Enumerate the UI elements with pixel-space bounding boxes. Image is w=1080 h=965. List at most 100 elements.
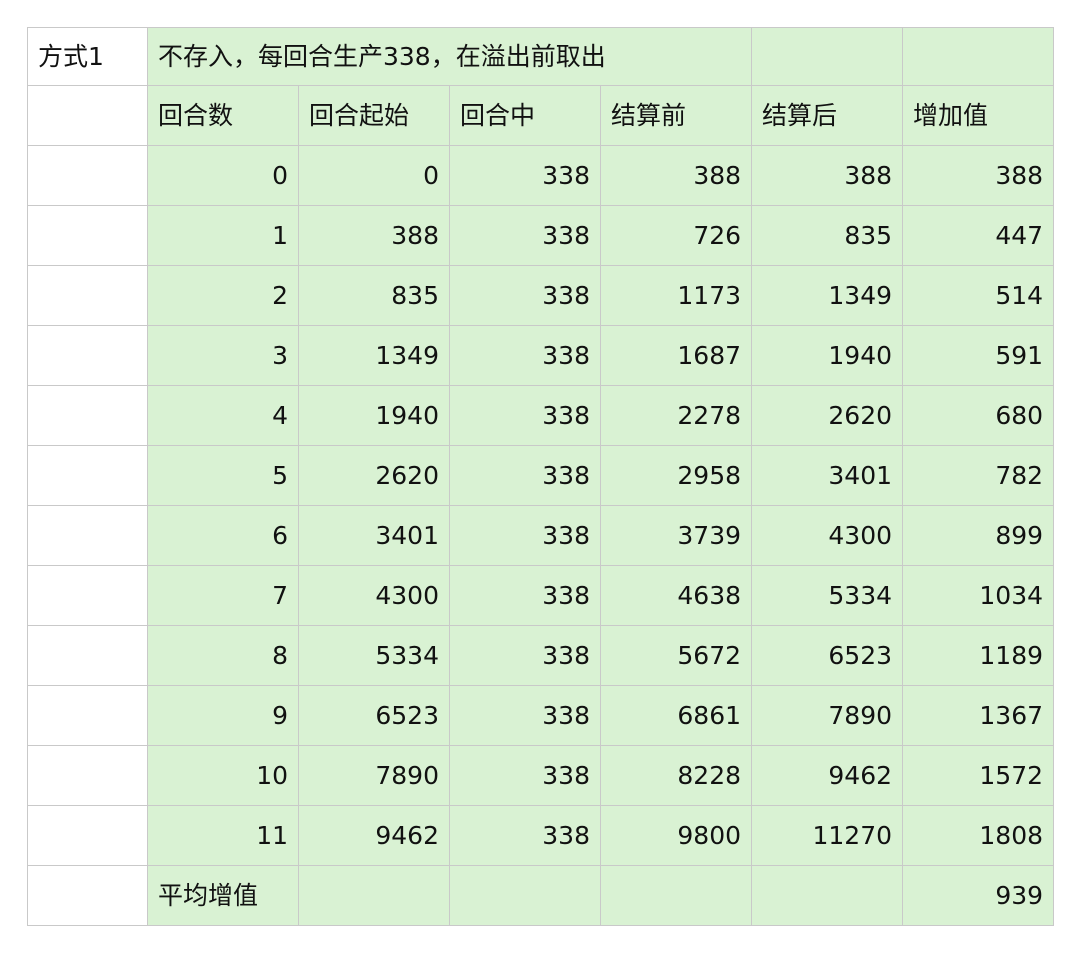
cell-increase[interactable]: 1034: [902, 565, 1055, 626]
cell-after[interactable]: 1349: [751, 265, 904, 326]
cell-increase[interactable]: 1572: [902, 745, 1055, 806]
cell-increase[interactable]: 591: [902, 325, 1055, 386]
cell-after[interactable]: 11270: [751, 805, 904, 866]
empty-cell[interactable]: [27, 625, 148, 686]
cell-start[interactable]: 388: [298, 205, 450, 266]
cell-before[interactable]: 2958: [599, 445, 753, 506]
cell-after[interactable]: 388: [751, 145, 904, 206]
empty-cell[interactable]: [27, 565, 148, 626]
cell-mid[interactable]: 338: [449, 445, 601, 506]
cell-mid[interactable]: 338: [449, 625, 601, 686]
cell-round[interactable]: 6: [147, 505, 299, 566]
cell-start[interactable]: 7890: [298, 745, 450, 806]
cell-mid[interactable]: 338: [449, 805, 601, 866]
cell-after[interactable]: 7890: [751, 685, 904, 746]
cell-before[interactable]: 9800: [599, 805, 753, 866]
cell-mid[interactable]: 338: [449, 385, 601, 446]
cell-after[interactable]: 1940: [751, 325, 904, 386]
empty-cell[interactable]: [27, 445, 148, 506]
empty-cell[interactable]: [751, 27, 904, 86]
empty-cell[interactable]: [27, 265, 148, 326]
empty-cell[interactable]: [27, 205, 148, 266]
cell-round[interactable]: 11: [147, 805, 299, 866]
cell-round[interactable]: 0: [147, 145, 299, 206]
cell-increase[interactable]: 782: [902, 445, 1055, 506]
cell-mid[interactable]: 338: [449, 325, 601, 386]
empty-cell[interactable]: [27, 325, 148, 386]
empty-cell[interactable]: [751, 865, 904, 926]
cell-round[interactable]: 3: [147, 325, 299, 386]
cell-round[interactable]: 7: [147, 565, 299, 626]
empty-cell[interactable]: [449, 865, 601, 926]
cell-before[interactable]: 8228: [599, 745, 753, 806]
cell-after[interactable]: 5334: [751, 565, 904, 626]
cell-increase[interactable]: 680: [902, 385, 1055, 446]
footer-label-cell[interactable]: 平均增值: [147, 865, 299, 926]
header-cell-before[interactable]: 结算前: [599, 85, 753, 146]
cell-mid[interactable]: 338: [449, 205, 601, 266]
cell-increase[interactable]: 1189: [902, 625, 1055, 686]
cell-increase[interactable]: 514: [902, 265, 1055, 326]
cell-before[interactable]: 5672: [599, 625, 753, 686]
cell-mid[interactable]: 338: [449, 565, 601, 626]
cell-increase[interactable]: 1808: [902, 805, 1055, 866]
header-cell-increase[interactable]: 增加值: [902, 85, 1055, 146]
cell-round[interactable]: 10: [147, 745, 299, 806]
empty-cell[interactable]: [27, 505, 148, 566]
cell-start[interactable]: 2620: [298, 445, 450, 506]
cell-increase[interactable]: 899: [902, 505, 1055, 566]
cell-mid[interactable]: 338: [449, 145, 601, 206]
footer-value-cell[interactable]: 939: [902, 865, 1055, 926]
cell-after[interactable]: 835: [751, 205, 904, 266]
cell-start[interactable]: 9462: [298, 805, 450, 866]
empty-cell[interactable]: [27, 685, 148, 746]
cell-start[interactable]: 1349: [298, 325, 450, 386]
cell-after[interactable]: 3401: [751, 445, 904, 506]
empty-cell[interactable]: [599, 865, 753, 926]
header-cell-after[interactable]: 结算后: [751, 85, 904, 146]
cell-before[interactable]: 3739: [599, 505, 753, 566]
empty-cell[interactable]: [27, 385, 148, 446]
cell-after[interactable]: 6523: [751, 625, 904, 686]
cell-start[interactable]: 4300: [298, 565, 450, 626]
cell-before[interactable]: 4638: [599, 565, 753, 626]
title-cell[interactable]: 不存入，每回合生产338，在溢出前取出: [146, 27, 753, 86]
cell-round[interactable]: 9: [147, 685, 299, 746]
empty-cell[interactable]: [27, 865, 148, 926]
empty-cell[interactable]: [27, 745, 148, 806]
cell-round[interactable]: 1: [147, 205, 299, 266]
cell-after[interactable]: 2620: [751, 385, 904, 446]
cell-after[interactable]: 4300: [751, 505, 904, 566]
cell-before[interactable]: 2278: [599, 385, 753, 446]
cell-before[interactable]: 726: [599, 205, 753, 266]
cell-before[interactable]: 1173: [599, 265, 753, 326]
cell-round[interactable]: 4: [147, 385, 299, 446]
cell-round[interactable]: 5: [147, 445, 299, 506]
empty-cell[interactable]: [27, 805, 148, 866]
cell-start[interactable]: 3401: [298, 505, 450, 566]
cell-round[interactable]: 2: [147, 265, 299, 326]
cell-round[interactable]: 8: [147, 625, 299, 686]
cell-before[interactable]: 6861: [599, 685, 753, 746]
cell-mid[interactable]: 338: [449, 265, 601, 326]
cell-increase[interactable]: 1367: [902, 685, 1055, 746]
cell-increase[interactable]: 388: [902, 145, 1055, 206]
empty-cell[interactable]: [27, 145, 148, 206]
cell-mid[interactable]: 338: [449, 745, 601, 806]
cell-start[interactable]: 6523: [298, 685, 450, 746]
header-cell-start[interactable]: 回合起始: [298, 85, 450, 146]
header-cell-mid[interactable]: 回合中: [449, 85, 601, 146]
header-cell-round[interactable]: 回合数: [147, 85, 299, 146]
cell-before[interactable]: 1687: [599, 325, 753, 386]
method-label-cell[interactable]: 方式1: [27, 27, 148, 86]
empty-cell[interactable]: [27, 85, 148, 146]
cell-before[interactable]: 388: [599, 145, 753, 206]
empty-cell[interactable]: [902, 27, 1055, 86]
cell-start[interactable]: 5334: [298, 625, 450, 686]
cell-start[interactable]: 1940: [298, 385, 450, 446]
cell-increase[interactable]: 447: [902, 205, 1055, 266]
cell-mid[interactable]: 338: [449, 685, 601, 746]
cell-start[interactable]: 0: [298, 145, 450, 206]
cell-start[interactable]: 835: [298, 265, 450, 326]
empty-cell[interactable]: [298, 865, 450, 926]
